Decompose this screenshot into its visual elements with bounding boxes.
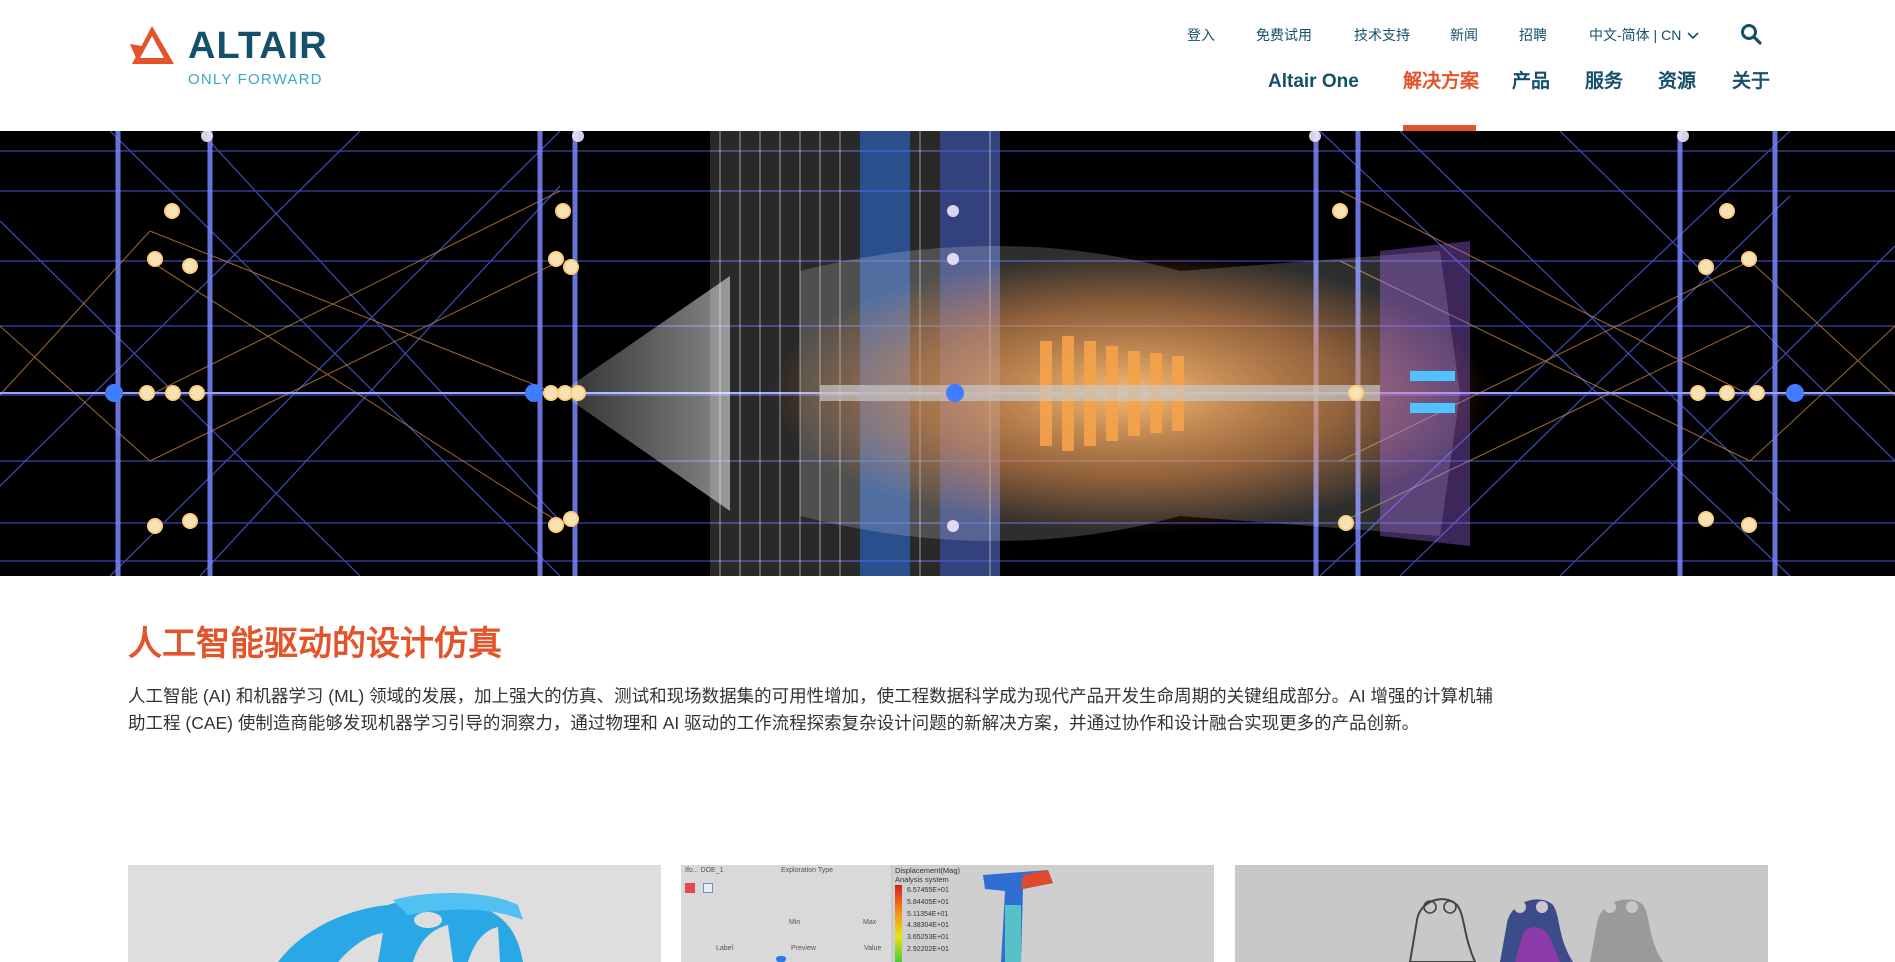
legend-value: 4.38304E+01: [907, 922, 949, 930]
page-description: 人工智能 (AI) 和机器学习 (ML) 领域的发展，加上强大的仿真、测试和现场…: [128, 686, 1493, 733]
altair-logo[interactable]: ALTAIR ONLY FORWARD: [128, 24, 338, 88]
table-icon: [703, 883, 713, 893]
topology-frame-image: [128, 865, 661, 962]
page-title: 人工智能驱动的设计仿真: [128, 625, 502, 663]
hero-banner: [0, 131, 1895, 576]
support-link[interactable]: 技术支持: [1354, 26, 1410, 44]
nav-services[interactable]: 服务: [1585, 70, 1623, 94]
generative-bracket-image: [1235, 865, 1768, 962]
legend-value: 2.92202E+01: [907, 945, 949, 953]
nav-resources[interactable]: 资源: [1658, 70, 1696, 94]
label-column: Label: [716, 945, 734, 952]
results-viewport: Displacement(Mag) Analysis system 6.5745…: [893, 865, 1214, 962]
legend-value: 6.57455E+01: [907, 887, 949, 894]
max-label: Max: [863, 919, 877, 926]
login-link[interactable]: 登入: [1187, 26, 1215, 44]
exploration-type-label: Exploration Type: [781, 867, 834, 874]
min-label: Min: [789, 919, 801, 926]
legend-value: 5.11354E+01: [907, 910, 949, 918]
bracket-model: [983, 870, 1053, 962]
color-legend-bar: [895, 885, 902, 962]
chart-icon: [685, 883, 695, 893]
doe-panel: Ifo... DOE_1 Exploration Type Min Max La…: [681, 865, 891, 962]
doe-tab-label: Ifo... DOE_1: [685, 867, 724, 874]
nav-solutions[interactable]: 解决方案: [1403, 70, 1479, 94]
free-trial-link[interactable]: 免费试用: [1256, 26, 1312, 44]
language-label: 中文-简体 | CN: [1589, 27, 1682, 43]
search-icon[interactable]: [1739, 22, 1763, 46]
chevron-down-icon: [1687, 32, 1699, 40]
solution-card-1[interactable]: [128, 865, 661, 962]
nav-about[interactable]: 关于: [1732, 70, 1770, 94]
solution-card-2[interactable]: Ifo... DOE_1 Exploration Type Min Max La…: [681, 865, 1214, 962]
slider-handle[interactable]: [776, 956, 786, 962]
result-subtitle: Analysis system: [895, 875, 949, 884]
nav-products[interactable]: 产品: [1512, 70, 1550, 94]
altair-triangle-icon: [130, 26, 174, 64]
nav-altair-one[interactable]: Altair One: [1268, 70, 1359, 94]
logo-wordmark: ALTAIR: [188, 25, 328, 67]
value-column: Value: [864, 945, 882, 952]
preview-column: Preview: [791, 945, 816, 952]
logo-tagline: ONLY FORWARD: [188, 71, 323, 88]
legend-values: 6.57455E+01 5.84405E+01 5.11354E+01 4.38…: [907, 885, 949, 956]
solution-cards: Ifo... DOE_1 Exploration Type Min Max La…: [128, 865, 1768, 962]
jet-engine-illustration: [0, 131, 1895, 576]
news-link[interactable]: 新闻: [1450, 26, 1478, 44]
careers-link[interactable]: 招聘: [1519, 26, 1547, 44]
legend-value: 3.65253E+01: [907, 934, 949, 942]
solution-card-3[interactable]: [1235, 865, 1768, 962]
language-selector[interactable]: 中文-简体 | CN: [1589, 26, 1699, 44]
result-title: Displacement(Mag): [895, 866, 961, 875]
legend-value: 5.84405E+01: [907, 898, 949, 906]
site-header: ALTAIR ONLY FORWARD 登入 免费试用 技术支持 新闻 招聘 中…: [0, 0, 1895, 131]
